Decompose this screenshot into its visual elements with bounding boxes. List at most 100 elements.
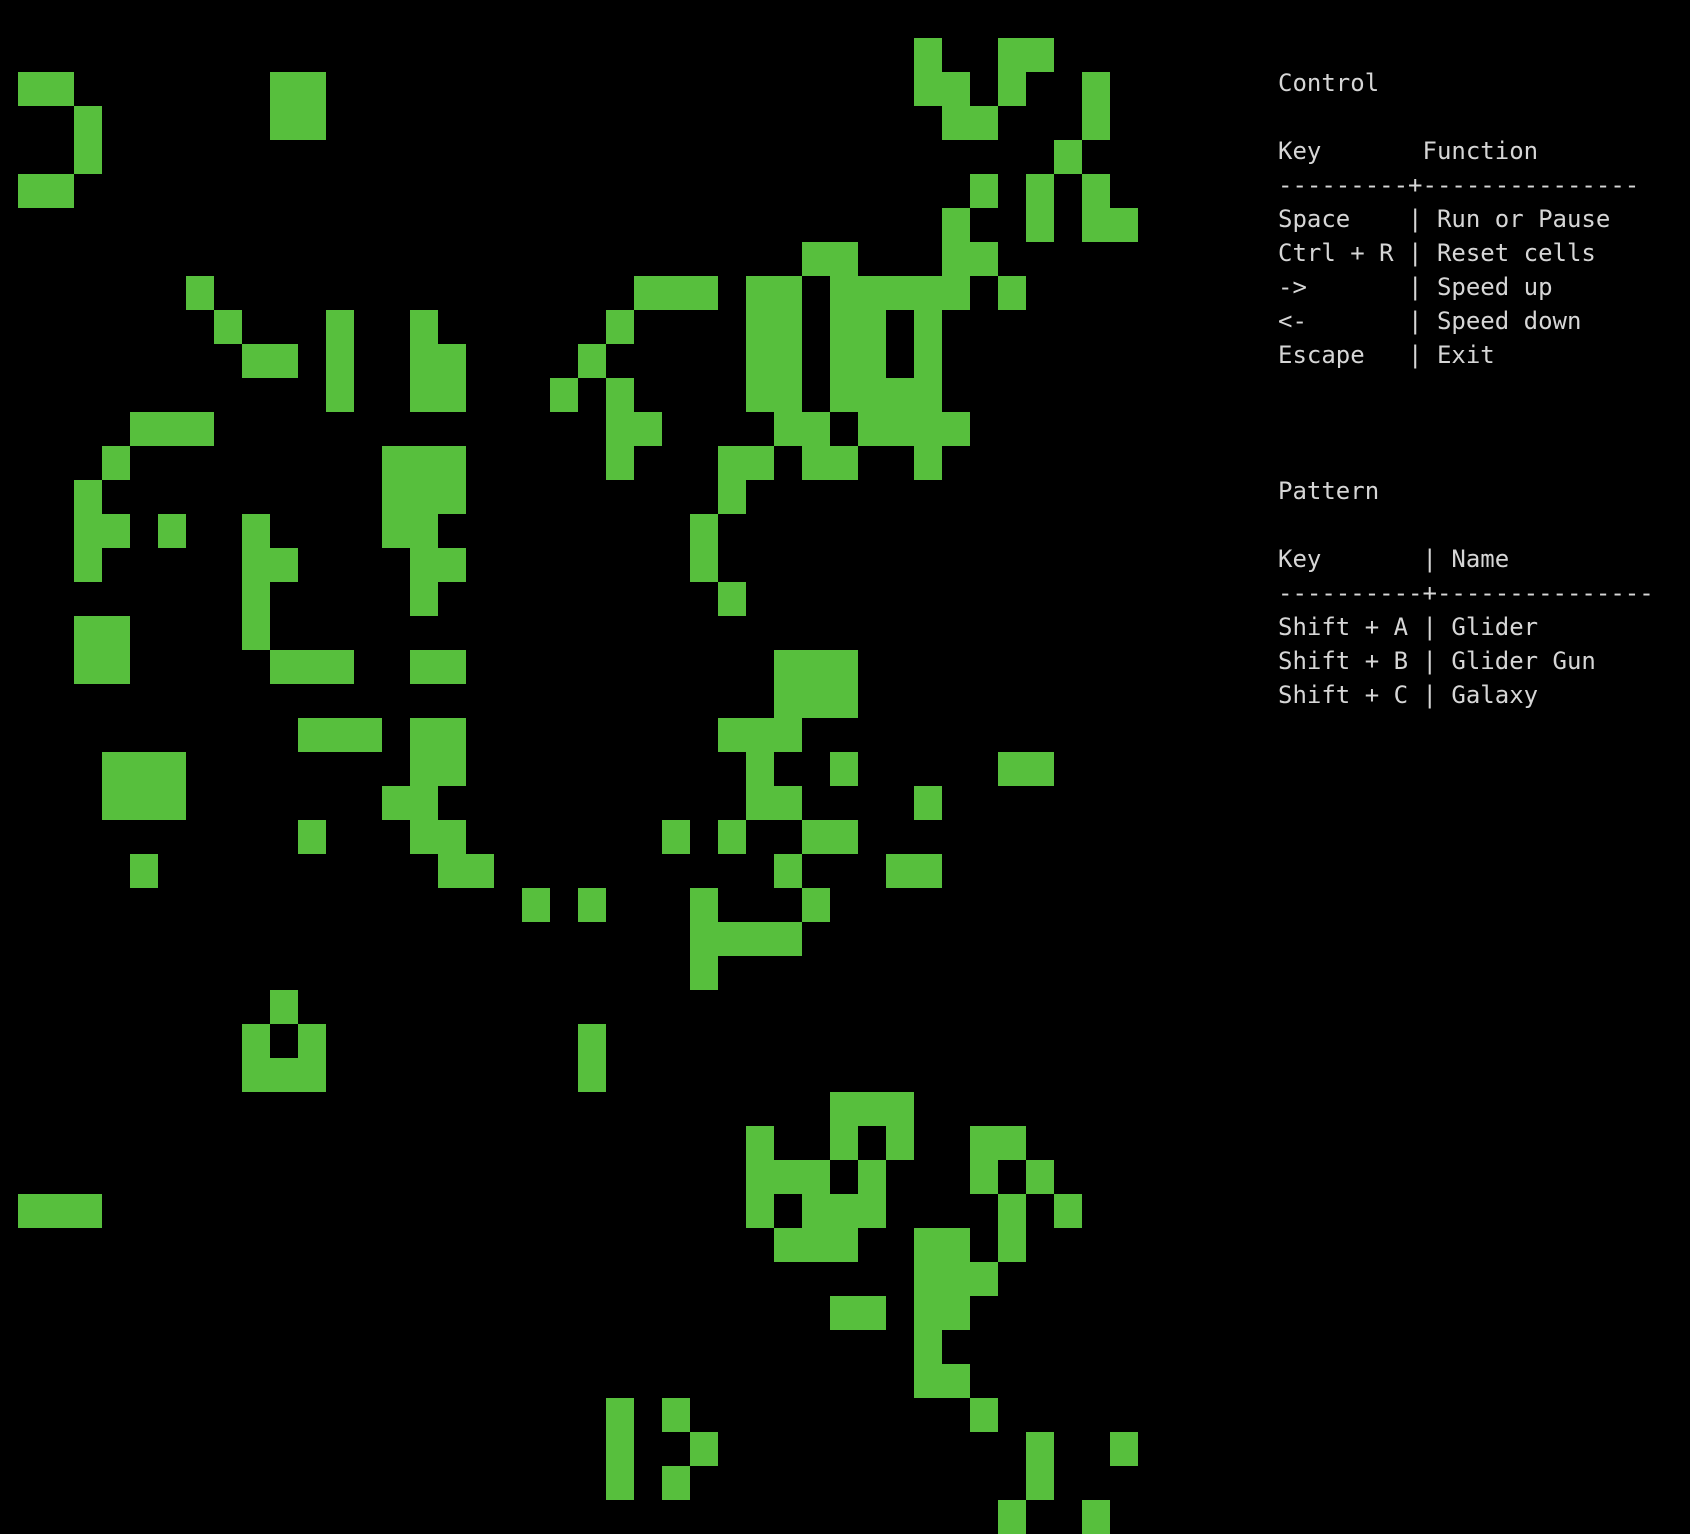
alive-cell[interactable] (270, 650, 298, 684)
alive-cell[interactable] (102, 786, 130, 820)
alive-cell[interactable] (690, 922, 718, 956)
alive-cell[interactable] (662, 1466, 690, 1500)
alive-cell[interactable] (578, 1024, 606, 1058)
alive-cell[interactable] (1054, 1194, 1082, 1228)
alive-cell[interactable] (746, 752, 774, 786)
alive-cell[interactable] (326, 718, 354, 752)
alive-cell[interactable] (970, 106, 998, 140)
alive-cell[interactable] (886, 276, 914, 310)
alive-cell[interactable] (382, 480, 410, 514)
alive-cell[interactable] (606, 446, 634, 480)
alive-cell[interactable] (578, 888, 606, 922)
alive-cell[interactable] (130, 412, 158, 446)
alive-cell[interactable] (18, 174, 46, 208)
alive-cell[interactable] (774, 922, 802, 956)
alive-cell[interactable] (858, 310, 886, 344)
alive-cell[interactable] (942, 72, 970, 106)
alive-cell[interactable] (242, 548, 270, 582)
alive-cell[interactable] (746, 1126, 774, 1160)
alive-cell[interactable] (774, 786, 802, 820)
alive-cell[interactable] (1026, 1466, 1054, 1500)
alive-cell[interactable] (606, 412, 634, 446)
alive-cell[interactable] (914, 1364, 942, 1398)
alive-cell[interactable] (634, 276, 662, 310)
alive-cell[interactable] (802, 650, 830, 684)
alive-cell[interactable] (242, 582, 270, 616)
alive-cell[interactable] (746, 344, 774, 378)
alive-cell[interactable] (410, 480, 438, 514)
alive-cell[interactable] (690, 956, 718, 990)
alive-cell[interactable] (942, 242, 970, 276)
alive-cell[interactable] (1026, 38, 1054, 72)
alive-cell[interactable] (858, 378, 886, 412)
alive-cell[interactable] (242, 344, 270, 378)
alive-cell[interactable] (858, 412, 886, 446)
alive-cell[interactable] (998, 1126, 1026, 1160)
alive-cell[interactable] (998, 1194, 1026, 1228)
alive-cell[interactable] (18, 1194, 46, 1228)
alive-cell[interactable] (718, 718, 746, 752)
alive-cell[interactable] (410, 820, 438, 854)
alive-cell[interactable] (970, 1160, 998, 1194)
alive-cell[interactable] (382, 514, 410, 548)
alive-cell[interactable] (1026, 174, 1054, 208)
alive-cell[interactable] (802, 412, 830, 446)
alive-cell[interactable] (718, 922, 746, 956)
alive-cell[interactable] (606, 1398, 634, 1432)
alive-cell[interactable] (774, 854, 802, 888)
alive-cell[interactable] (830, 276, 858, 310)
alive-cell[interactable] (606, 1432, 634, 1466)
alive-cell[interactable] (970, 242, 998, 276)
alive-cell[interactable] (18, 72, 46, 106)
alive-cell[interactable] (1082, 72, 1110, 106)
alive-cell[interactable] (942, 1262, 970, 1296)
alive-cell[interactable] (718, 446, 746, 480)
alive-cell[interactable] (74, 140, 102, 174)
alive-cell[interactable] (914, 344, 942, 378)
alive-cell[interactable] (942, 276, 970, 310)
alive-cell[interactable] (802, 1160, 830, 1194)
alive-cell[interactable] (746, 378, 774, 412)
alive-cell[interactable] (774, 310, 802, 344)
alive-cell[interactable] (942, 1228, 970, 1262)
alive-cell[interactable] (970, 174, 998, 208)
alive-cell[interactable] (298, 106, 326, 140)
alive-cell[interactable] (802, 1228, 830, 1262)
alive-cell[interactable] (606, 310, 634, 344)
alive-cell[interactable] (550, 378, 578, 412)
alive-cell[interactable] (718, 480, 746, 514)
alive-cell[interactable] (886, 854, 914, 888)
alive-cell[interactable] (158, 514, 186, 548)
alive-cell[interactable] (46, 72, 74, 106)
alive-cell[interactable] (830, 310, 858, 344)
alive-cell[interactable] (410, 582, 438, 616)
alive-cell[interactable] (46, 1194, 74, 1228)
alive-cell[interactable] (410, 548, 438, 582)
alive-cell[interactable] (74, 514, 102, 548)
alive-cell[interactable] (578, 344, 606, 378)
alive-cell[interactable] (270, 106, 298, 140)
alive-cell[interactable] (662, 276, 690, 310)
alive-cell[interactable] (746, 276, 774, 310)
alive-cell[interactable] (326, 650, 354, 684)
alive-cell[interactable] (410, 718, 438, 752)
alive-cell[interactable] (1110, 208, 1138, 242)
alive-cell[interactable] (886, 1126, 914, 1160)
alive-cell[interactable] (74, 480, 102, 514)
alive-cell[interactable] (914, 1296, 942, 1330)
alive-cell[interactable] (606, 1466, 634, 1500)
alive-cell[interactable] (242, 1058, 270, 1092)
alive-cell[interactable] (802, 446, 830, 480)
alive-cell[interactable] (1082, 174, 1110, 208)
alive-cell[interactable] (410, 378, 438, 412)
alive-cell[interactable] (662, 820, 690, 854)
alive-cell[interactable] (438, 378, 466, 412)
alive-cell[interactable] (942, 412, 970, 446)
alive-cell[interactable] (410, 650, 438, 684)
alive-cell[interactable] (830, 1092, 858, 1126)
alive-cell[interactable] (74, 106, 102, 140)
alive-cell[interactable] (830, 650, 858, 684)
alive-cell[interactable] (74, 548, 102, 582)
alive-cell[interactable] (214, 310, 242, 344)
alive-cell[interactable] (438, 548, 466, 582)
